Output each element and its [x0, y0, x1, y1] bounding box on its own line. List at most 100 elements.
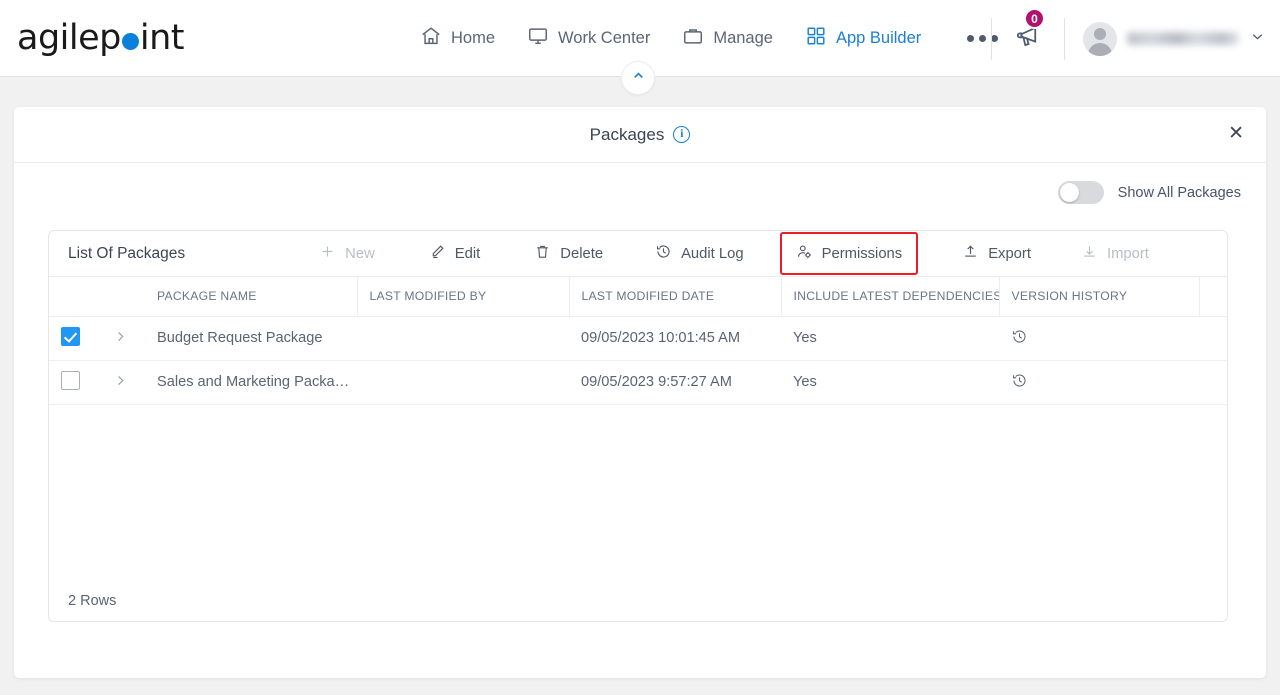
chevron-up-icon — [631, 68, 646, 88]
cell-last-modified-date: 09/05/2023 9:57:27 AM — [569, 360, 781, 405]
nav-item-manage[interactable]: Manage — [680, 21, 775, 56]
toggle-knob — [1059, 183, 1079, 202]
logo-text-second: int — [139, 18, 185, 58]
chevron-right-icon[interactable] — [113, 372, 128, 392]
grid-icon — [805, 25, 827, 52]
export-button[interactable]: Export — [952, 236, 1041, 271]
permissions-button-label: Permissions — [821, 245, 903, 262]
cell-last-modified-by — [357, 360, 569, 405]
grid-toolbar: List Of Packages New Edit Delete Audit L… — [49, 231, 1227, 277]
announcement-badge: 0 — [1024, 8, 1045, 29]
export-button-label: Export — [988, 245, 1031, 262]
show-all-packages-label: Show All Packages — [1117, 184, 1241, 201]
packages-panel: Packages i ✕ Show All Packages List Of P… — [14, 107, 1266, 678]
download-icon — [1081, 243, 1098, 264]
cell-version-history — [999, 360, 1199, 405]
agilepoint-logo[interactable]: agilep int — [17, 18, 185, 58]
chevron-right-icon[interactable] — [113, 328, 128, 348]
cell-version-history — [999, 316, 1199, 361]
header-spacer — [1199, 277, 1227, 317]
table-row[interactable]: Sales and Marketing Packa… 09/05/2023 9:… — [49, 360, 1227, 405]
megaphone-icon — [1014, 26, 1044, 55]
table-header: PACKAGE NAME LAST MODIFIED BY LAST MODIF… — [49, 277, 1227, 317]
table-body: Budget Request Package 09/05/2023 10:01:… — [49, 316, 1227, 405]
user-name-label — [1127, 32, 1239, 45]
show-all-packages-toggle[interactable] — [1057, 181, 1104, 204]
cell-last-modified-by — [357, 316, 569, 361]
logo-text-first: agilep — [17, 18, 121, 58]
user-menu[interactable] — [1083, 21, 1266, 56]
divider-left — [991, 17, 992, 60]
cell-spacer — [1199, 360, 1227, 405]
nav-label-home: Home — [451, 29, 496, 47]
edit-button-label: Edit — [454, 245, 481, 262]
main-nav: Home Work Center Manage App Builder — [418, 0, 999, 77]
edit-button[interactable]: Edit — [419, 236, 491, 271]
page-title: Packages — [589, 124, 665, 144]
history-icon — [655, 243, 672, 264]
cell-last-modified-date: 09/05/2023 10:01:45 AM — [569, 316, 781, 361]
header-last-modified-date[interactable]: LAST MODIFIED DATE — [569, 277, 782, 317]
chevron-down-icon[interactable] — [1249, 28, 1266, 49]
announcements-button[interactable]: 0 — [1014, 8, 1045, 56]
header-version-history[interactable]: VERSION HISTORY — [999, 277, 1200, 317]
history-icon[interactable] — [1011, 372, 1028, 389]
header-include-latest-dependencies[interactable]: INCLUDE LATEST DEPENDENCIES — [781, 277, 1000, 317]
cell-include-latest-dependencies: Yes — [781, 316, 999, 361]
permissions-button[interactable]: Permissions — [779, 232, 919, 275]
delete-button[interactable]: Delete — [524, 236, 613, 271]
collapse-header-button[interactable] — [621, 61, 655, 95]
row-expander-cell — [101, 360, 145, 405]
avatar — [1083, 21, 1117, 56]
row-count-label: 2 Rows — [68, 593, 117, 609]
import-button[interactable]: Import — [1071, 236, 1159, 271]
nav-item-app-builder[interactable]: App Builder — [803, 21, 923, 56]
logo-dot-icon — [121, 32, 139, 50]
packages-grid: List Of Packages New Edit Delete Audit L… — [48, 230, 1228, 622]
table-row[interactable]: Budget Request Package 09/05/2023 10:01:… — [49, 316, 1227, 361]
new-button-label: New — [345, 245, 375, 262]
page-title-wrap: Packages i — [590, 125, 691, 145]
nav-label-work-center: Work Center — [558, 29, 651, 47]
monitor-icon — [527, 25, 549, 52]
history-icon[interactable] — [1011, 328, 1028, 345]
cell-include-latest-dependencies: Yes — [781, 360, 999, 405]
header-package-name[interactable]: PACKAGE NAME — [145, 277, 358, 317]
nav-item-work-center[interactable]: Work Center — [525, 21, 652, 56]
header-last-modified-by[interactable]: LAST MODIFIED BY — [357, 277, 570, 317]
row-checkbox-cell — [49, 316, 101, 361]
import-button-label: Import — [1106, 245, 1149, 262]
close-icon[interactable]: ✕ — [1228, 124, 1244, 143]
audit-log-button-label: Audit Log — [681, 245, 744, 262]
nav-label-app-builder: App Builder — [835, 29, 922, 47]
upload-icon — [962, 243, 979, 264]
audit-log-button[interactable]: Audit Log — [645, 236, 754, 271]
grid-toolbar-actions: New Edit Delete Audit Log Permissions Ex… — [307, 232, 1159, 275]
dot-1 — [967, 35, 975, 42]
trash-icon — [534, 243, 551, 264]
row-checkbox[interactable] — [61, 326, 80, 346]
delete-button-label: Delete — [560, 245, 604, 262]
user-gear-icon — [796, 243, 813, 264]
divider-right — [1064, 17, 1065, 60]
table-header-row: PACKAGE NAME LAST MODIFIED BY LAST MODIF… — [49, 277, 1227, 317]
cell-spacer — [1199, 316, 1227, 361]
nav-label-manage: Manage — [713, 29, 773, 47]
nav-item-home[interactable]: Home — [418, 21, 497, 56]
row-checkbox-cell — [49, 360, 101, 405]
dot-2 — [979, 35, 987, 42]
cell-package-name: Budget Request Package — [145, 316, 357, 361]
info-icon[interactable]: i — [673, 126, 691, 143]
row-checkbox[interactable] — [61, 370, 80, 390]
pencil-icon — [429, 243, 446, 264]
row-expander-cell — [101, 316, 145, 361]
packages-table: PACKAGE NAME LAST MODIFIED BY LAST MODIF… — [49, 277, 1227, 405]
packages-panel-header: Packages i ✕ — [14, 107, 1266, 163]
new-button[interactable]: New — [309, 236, 385, 271]
show-all-packages-toggle-row: Show All Packages — [1057, 181, 1241, 204]
grid-title: List Of Packages — [68, 244, 186, 262]
plus-icon — [319, 243, 336, 264]
cell-package-name: Sales and Marketing Packa… — [145, 360, 357, 405]
header-expand — [101, 277, 145, 317]
top-right-actions: 0 — [991, 0, 1280, 77]
